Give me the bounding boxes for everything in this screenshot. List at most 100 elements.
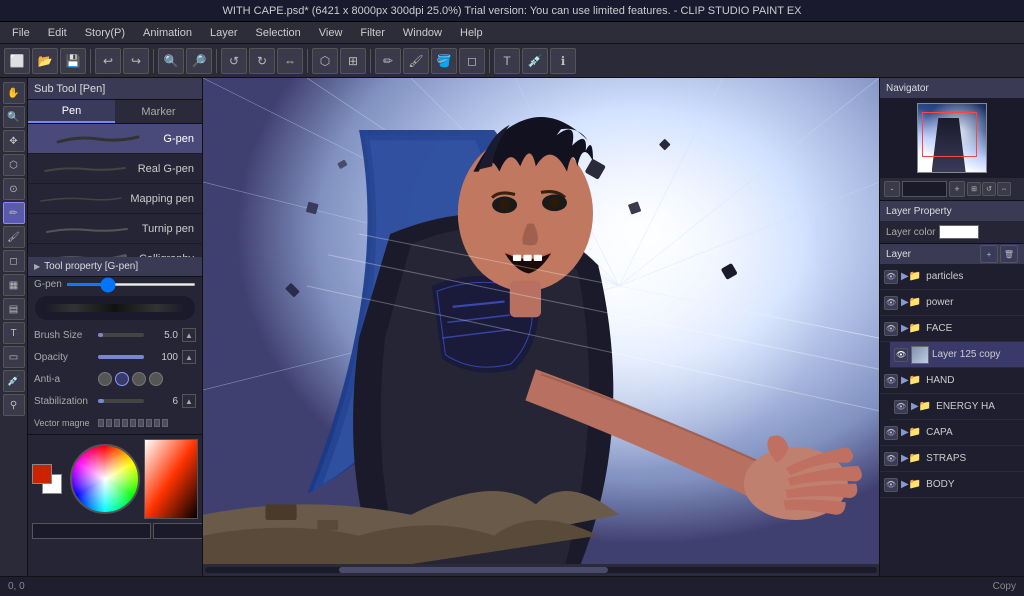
zoom-out-button[interactable]: 🔎 <box>186 48 212 74</box>
flip-button[interactable]: ⇔ <box>277 48 303 74</box>
brush-button[interactable]: 🖌 <box>403 48 429 74</box>
menu-view[interactable]: View <box>311 25 351 41</box>
tool-eraser[interactable]: ◻ <box>3 250 25 272</box>
horizontal-scrollbar[interactable] <box>203 564 879 576</box>
tool-zoom[interactable]: 🔍 <box>3 106 25 128</box>
menu-story[interactable]: Story(P) <box>77 25 133 41</box>
hue-input[interactable]: 35 <box>32 523 151 539</box>
aa-circle-0[interactable] <box>98 372 112 386</box>
undo-button[interactable]: ↩ <box>95 48 121 74</box>
saturation-input[interactable]: 7 <box>153 523 202 539</box>
layer-item-hand[interactable]: 👁 ▶📁 HAND <box>880 368 1024 394</box>
layer-color-swatch[interactable] <box>939 225 979 239</box>
layer-visibility-face[interactable]: 👁 <box>884 322 898 336</box>
color-wheel[interactable] <box>70 444 140 514</box>
brush-preview <box>35 296 195 320</box>
layer-item-energy[interactable]: 👁 ▶📁 ENERGY HA <box>890 394 1024 420</box>
save-button[interactable]: 💾 <box>60 48 86 74</box>
brush-size-up-btn[interactable]: ▲ <box>182 328 196 342</box>
brush-size-slider-track <box>98 333 144 337</box>
menu-filter[interactable]: Filter <box>352 25 392 41</box>
layer-visibility-power[interactable]: 👁 <box>884 296 898 310</box>
fill-button[interactable]: 🪣 <box>431 48 457 74</box>
tool-select[interactable]: ⬡ <box>3 154 25 176</box>
info-button[interactable]: ℹ <box>550 48 576 74</box>
h-scrollbar-thumb[interactable] <box>339 567 608 573</box>
aa-circle-2[interactable] <box>132 372 146 386</box>
redo-button[interactable]: ↪ <box>123 48 149 74</box>
zoom-input[interactable]: 100.0 <box>902 181 947 197</box>
eraser-button[interactable]: ◻ <box>459 48 485 74</box>
opacity-up-btn[interactable]: ▲ <box>182 350 196 364</box>
layer-item-layer125copy[interactable]: 👁 Layer 125 copy <box>890 342 1024 368</box>
layer-panel-buttons: + 🗑 <box>980 245 1018 263</box>
rotate-left-button[interactable]: ↺ <box>221 48 247 74</box>
navigator-header: Navigator <box>880 78 1024 98</box>
layer-visibility-125copy[interactable]: 👁 <box>894 348 908 362</box>
tool-gradient[interactable]: ▤ <box>3 298 25 320</box>
stab-up-btn[interactable]: ▲ <box>182 394 196 408</box>
toolbar-sep-4 <box>307 49 308 73</box>
aa-circle-3[interactable] <box>149 372 163 386</box>
eyedropper-button[interactable]: 💉 <box>522 48 548 74</box>
layer-item-face[interactable]: 👁 ▶📁 FACE <box>880 316 1024 342</box>
color-gradient-box[interactable] <box>144 439 198 519</box>
text-button[interactable]: T <box>494 48 520 74</box>
pen-item-mapping-pen[interactable]: Mapping pen <box>28 184 202 214</box>
layer-visibility-straps[interactable]: 👁 <box>884 452 898 466</box>
tool-text[interactable]: T <box>3 322 25 344</box>
select-button[interactable]: ⬡ <box>312 48 338 74</box>
new-layer-btn[interactable]: + <box>980 245 998 263</box>
pen-item-calligraphy[interactable]: Calligraphy <box>28 244 202 257</box>
menu-file[interactable]: File <box>4 25 38 41</box>
zoom-out-small-btn[interactable]: - <box>884 181 900 197</box>
tool-pen[interactable]: ✏ <box>3 202 25 224</box>
tool-eyedropper[interactable]: 💉 <box>3 370 25 392</box>
menu-edit[interactable]: Edit <box>40 25 75 41</box>
navigator-preview[interactable] <box>880 98 1024 178</box>
delete-layer-btn[interactable]: 🗑 <box>1000 245 1018 263</box>
tool-lasso[interactable]: ⊙ <box>3 178 25 200</box>
tool-move[interactable]: ✥ <box>3 130 25 152</box>
menu-animation[interactable]: Animation <box>135 25 200 41</box>
layer-visibility-energy[interactable]: 👁 <box>894 400 908 414</box>
menu-window[interactable]: Window <box>395 25 450 41</box>
zoom-in-small-btn[interactable]: + <box>949 181 965 197</box>
subtool-tab-marker[interactable]: Marker <box>115 100 202 123</box>
layer-item-body[interactable]: 👁 ▶📁 BODY <box>880 472 1024 498</box>
nav-btn-3[interactable]: ⇔ <box>997 182 1011 196</box>
layer-visibility-hand[interactable]: 👁 <box>884 374 898 388</box>
layer-visibility-particles[interactable]: 👁 <box>884 270 898 284</box>
rotate-right-button[interactable]: ↻ <box>249 48 275 74</box>
open-button[interactable]: 📂 <box>32 48 58 74</box>
tool-connect[interactable]: ⚲ <box>3 394 25 416</box>
menu-help[interactable]: Help <box>452 25 491 41</box>
pen-item-turnip-pen[interactable]: Turnip pen <box>28 214 202 244</box>
tool-hand[interactable]: ✋ <box>3 82 25 104</box>
tool-brush[interactable]: 🖌 <box>3 226 25 248</box>
menu-selection[interactable]: Selection <box>248 25 309 41</box>
menu-layer[interactable]: Layer <box>202 25 246 41</box>
pen-item-real-gpen[interactable]: Real G-pen <box>28 154 202 184</box>
nav-btn-2[interactable]: ↺ <box>982 182 996 196</box>
layer-visibility-capa[interactable]: 👁 <box>884 426 898 440</box>
canvas-area[interactable] <box>203 78 879 564</box>
pen-item-gpen[interactable]: G-pen <box>28 124 202 154</box>
layer-item-power[interactable]: 👁 ▶📁 power <box>880 290 1024 316</box>
pen-tool-button[interactable]: ✏ <box>375 48 401 74</box>
layer-item-particles[interactable]: 👁 ▶📁 particles <box>880 264 1024 290</box>
layer-item-capa[interactable]: 👁 ▶📁 CAPA <box>880 420 1024 446</box>
new-button[interactable]: ⬜ <box>4 48 30 74</box>
gpen-slider[interactable] <box>66 283 196 286</box>
transform-button[interactable]: ⊞ <box>340 48 366 74</box>
opacity-slider-fill <box>98 355 144 359</box>
foreground-color-swatch[interactable] <box>32 464 52 484</box>
layer-visibility-body[interactable]: 👁 <box>884 478 898 492</box>
aa-circle-1[interactable] <box>115 372 129 386</box>
tool-figure[interactable]: ▭ <box>3 346 25 368</box>
nav-btn-1[interactable]: ⊞ <box>967 182 981 196</box>
zoom-in-button[interactable]: 🔍 <box>158 48 184 74</box>
layer-item-straps[interactable]: 👁 ▶📁 STRAPS <box>880 446 1024 472</box>
tool-fill[interactable]: ▦ <box>3 274 25 296</box>
subtool-tab-pen[interactable]: Pen <box>28 100 115 123</box>
